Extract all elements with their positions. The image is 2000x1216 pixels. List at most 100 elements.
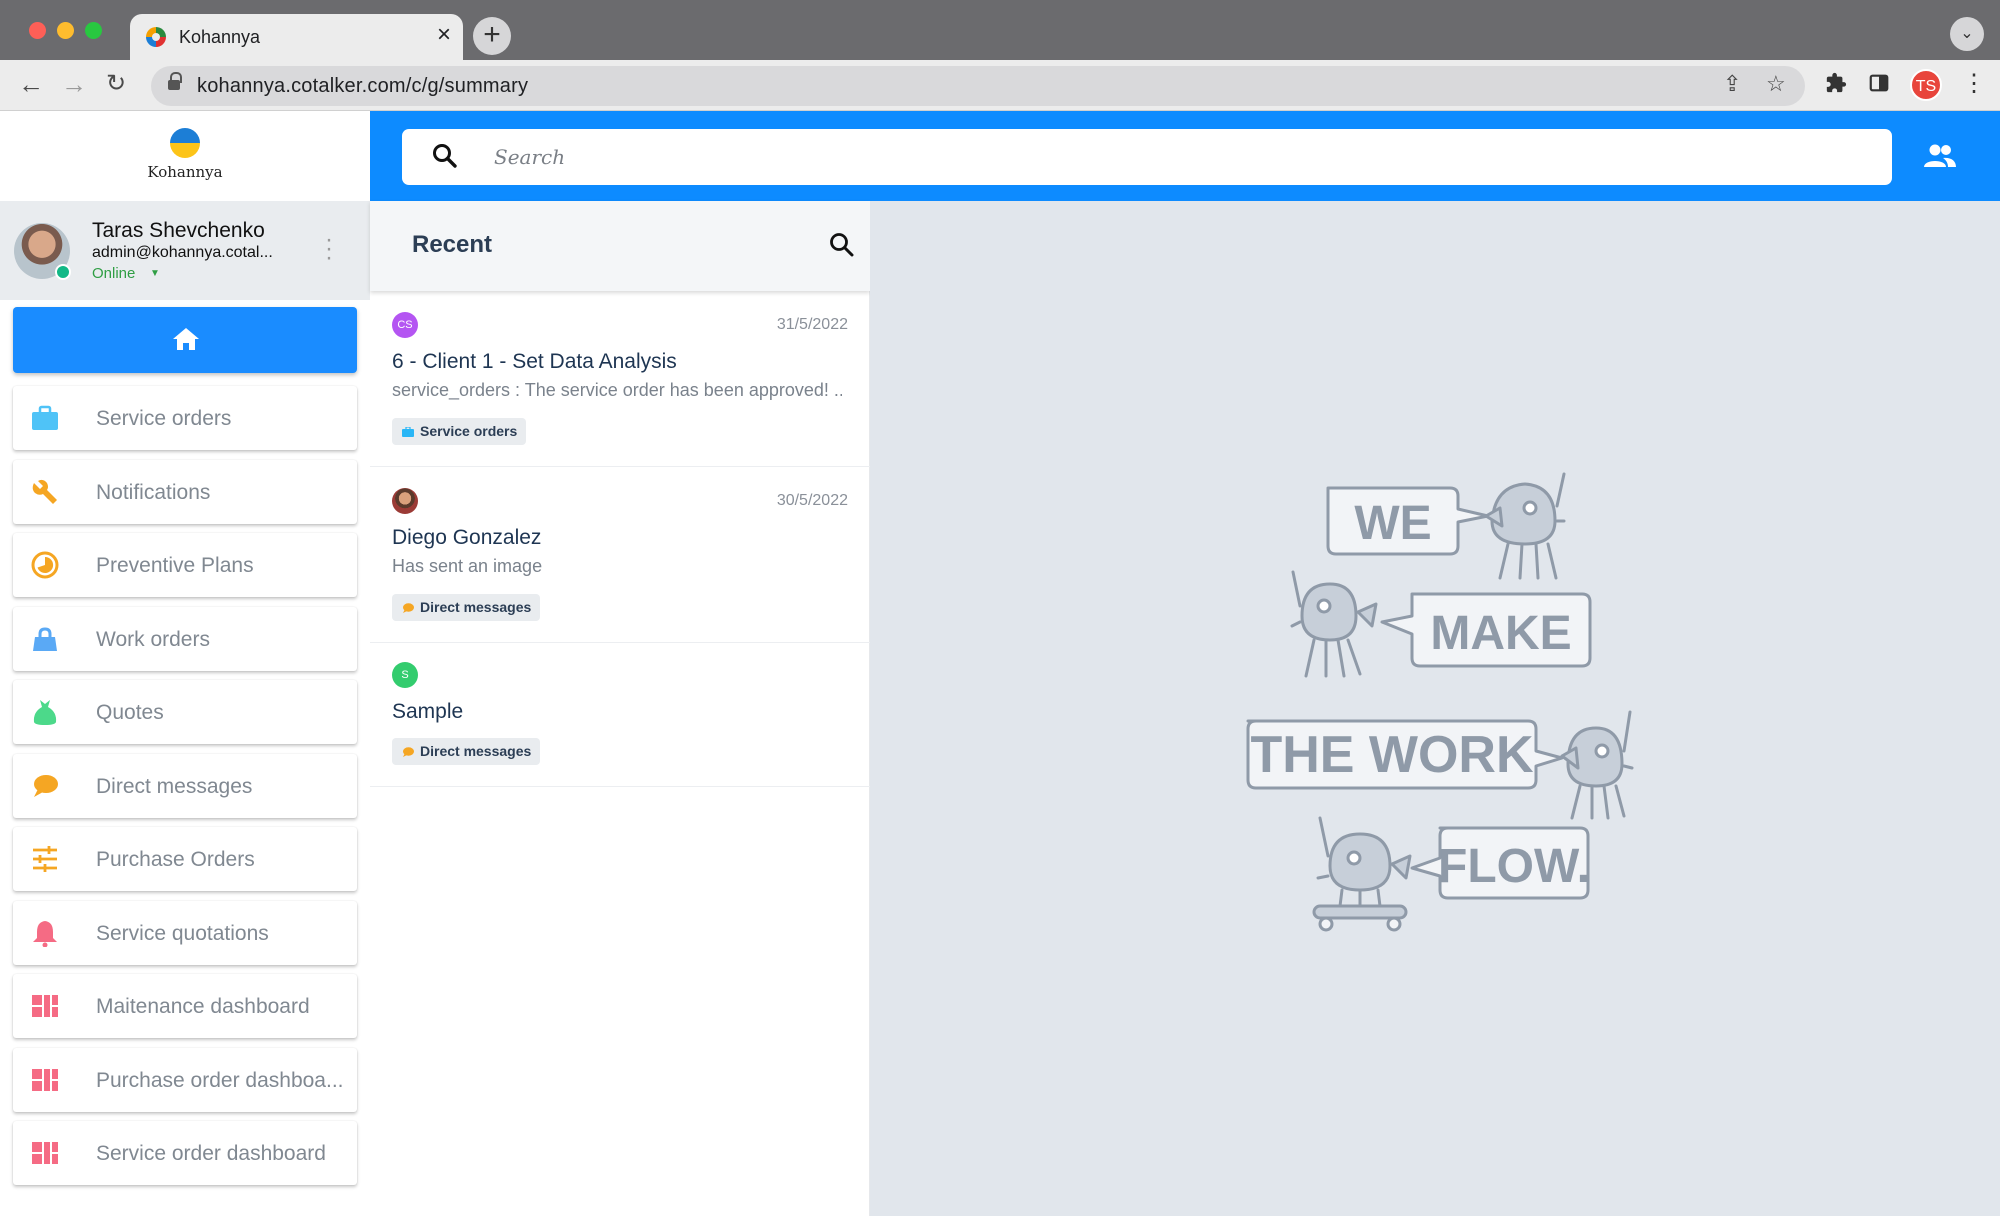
online-status-dot (55, 264, 71, 280)
sidebar-item-direct-messages[interactable]: Direct messages (13, 753, 357, 818)
illustration-word: THE WORK (1250, 726, 1534, 784)
new-tab-button[interactable]: + (473, 17, 511, 55)
window-zoom-button[interactable] (85, 22, 102, 39)
main-content: WE MAKE THE WORK FLOW. (870, 201, 2000, 1216)
sidebar-item-label: Direct messages (96, 774, 253, 798)
sidebar-item-preventive-plans[interactable]: Preventive Plans (13, 533, 357, 597)
status-selector[interactable]: Online (92, 265, 135, 282)
illustration-word: MAKE (1430, 607, 1571, 660)
sidebar-item-label: Service order dashboard (96, 1142, 326, 1165)
favicon-icon (146, 27, 166, 47)
side-panel-icon[interactable] (1868, 72, 1890, 100)
sidebar-item-label: Preventive Plans (96, 554, 254, 577)
sidebar-item-label: Notifications (96, 480, 211, 504)
conversation-title: Diego Gonzalez (392, 526, 542, 549)
search-input[interactable]: Search (402, 129, 1892, 185)
sidebar-item-purchase-orders[interactable]: Purchase Orders (13, 827, 357, 891)
search-icon (433, 144, 457, 168)
bell-icon (31, 919, 59, 947)
sidebar-item-service-quotations[interactable]: Service quotations (13, 900, 357, 965)
conversation-tag[interactable]: Direct messages (392, 594, 541, 621)
conversation-item[interactable]: 30/5/2022 Diego Gonzalez Has sent an ima… (370, 467, 870, 643)
address-bar[interactable]: kohannya.cotalker.com/c/g/summary ⇪ ☆ (151, 66, 1805, 106)
lock-icon (168, 72, 182, 91)
conversation-avatar: S (392, 662, 418, 688)
browser-tab[interactable]: Kohannya × (130, 14, 463, 60)
recent-header: Recent (370, 201, 870, 291)
conversation-avatar: CS (392, 312, 418, 338)
forward-arrow-icon[interactable]: → (61, 69, 87, 99)
window-minimize-button[interactable] (57, 22, 74, 39)
extensions-puzzle-icon[interactable] (1825, 72, 1847, 100)
chat-bubble-icon (403, 747, 414, 757)
browser-toolbar: ← → ↻ kohannya.cotalker.com/c/g/summary … (0, 60, 2000, 111)
chat-bubble-icon (31, 772, 59, 800)
conversation-tag-label: Service orders (420, 423, 518, 439)
url-text: kohannya.cotalker.com/c/g/summary (197, 75, 529, 97)
search-placeholder: Search (494, 145, 566, 169)
sidebar-item-label: Service orders (96, 407, 232, 430)
conversation-preview: service_orders : The service order has b… (392, 380, 842, 400)
caret-down-icon[interactable]: ▼ (150, 268, 160, 279)
conversation-title: Sample (392, 700, 464, 723)
tab-close-icon[interactable]: × (437, 23, 451, 47)
user-email: admin@kohannya.cotal... (92, 244, 273, 261)
back-arrow-icon[interactable]: ← (18, 69, 44, 99)
sidebar-item-notifications[interactable]: Notifications (13, 459, 357, 524)
conversation-avatar (392, 488, 418, 514)
recent-title: Recent (412, 231, 493, 258)
logo-text: Kohannya (147, 163, 223, 181)
more-vertical-icon[interactable]: · · · (322, 228, 336, 270)
logo[interactable]: Kohannya (0, 111, 370, 201)
dashboard-grid-icon (31, 1139, 59, 1167)
home-button[interactable] (13, 307, 357, 373)
conversation-tag-label: Direct messages (420, 743, 532, 759)
we-make-the-workflow-illustration: WE MAKE THE WORK FLOW. (1246, 472, 1634, 932)
window-close-button[interactable] (29, 22, 46, 39)
home-icon (173, 328, 199, 350)
browser-tab-bar: Kohannya × + ⌄ (0, 0, 2000, 60)
money-bag-icon (31, 698, 59, 726)
sidebar-item-label: Purchase order dashboa... (96, 1068, 344, 1092)
search-icon[interactable] (829, 232, 855, 258)
logo-mark-icon (170, 128, 200, 158)
conversation-tag[interactable]: Direct messages (392, 738, 541, 765)
conversation-title: 6 - Client 1 - Set Data Analysis (392, 350, 677, 373)
bookmark-star-icon[interactable]: ☆ (1766, 71, 1786, 97)
illustration-word: WE (1354, 497, 1431, 550)
tab-search-button[interactable]: ⌄ (1950, 17, 1984, 51)
conversation-tag[interactable]: Service orders (392, 418, 527, 445)
sidebar-item-service-orders[interactable]: Service orders (13, 386, 357, 450)
sidebar-item-label: Service quotations (96, 921, 269, 945)
share-icon[interactable]: ⇪ (1723, 71, 1741, 97)
app-root: Kohannya Taras Shevchenko admin@kohannya… (0, 111, 2000, 1216)
sidebar-item-quotes[interactable]: Quotes (13, 680, 357, 744)
briefcase-icon (402, 427, 414, 437)
wrench-icon (31, 478, 59, 506)
conversation-date: 31/5/2022 (776, 316, 848, 333)
sidebar-item-work-orders[interactable]: Work orders (13, 606, 357, 671)
browser-menu-icon[interactable]: ⋮ (1962, 69, 1986, 98)
top-bar: Search (370, 111, 2000, 201)
people-icon[interactable] (1923, 143, 1957, 169)
sidebar-item-purchase-order-dashboa[interactable]: Purchase order dashboa... (13, 1047, 357, 1112)
conversation-preview: Has sent an image (392, 556, 543, 576)
sidebar-item-label: Work orders (96, 627, 210, 651)
sidebar-item-service-order-dashboard[interactable]: Service order dashboard (13, 1121, 357, 1185)
illustration-word: FLOW. (1438, 840, 1590, 893)
sidebar-item-label: Purchase Orders (96, 848, 255, 871)
sidebar: Kohannya Taras Shevchenko admin@kohannya… (0, 111, 370, 1216)
dashboard-grid-icon (31, 992, 59, 1020)
conversation-item[interactable]: CS 31/5/2022 6 - Client 1 - Set Data Ana… (370, 291, 870, 467)
briefcase-icon (31, 404, 59, 432)
sidebar-item-label: Maitenance dashboard (96, 995, 310, 1018)
profile-avatar[interactable]: TS (1910, 69, 1942, 101)
conversation-item[interactable]: S Sample Direct messages (370, 643, 870, 787)
user-panel: Taras Shevchenko admin@kohannya.cotal...… (0, 201, 370, 300)
sidebar-item-maitenance-dashboard[interactable]: Maitenance dashboard (13, 974, 357, 1038)
sidebar-item-label: Quotes (96, 701, 164, 724)
reload-icon[interactable]: ↻ (106, 69, 126, 99)
chat-bubble-icon (403, 603, 414, 613)
recent-panel: Recent CS 31/5/2022 6 - Client 1 - Set D… (370, 201, 870, 1216)
conversation-date: 30/5/2022 (776, 492, 848, 509)
